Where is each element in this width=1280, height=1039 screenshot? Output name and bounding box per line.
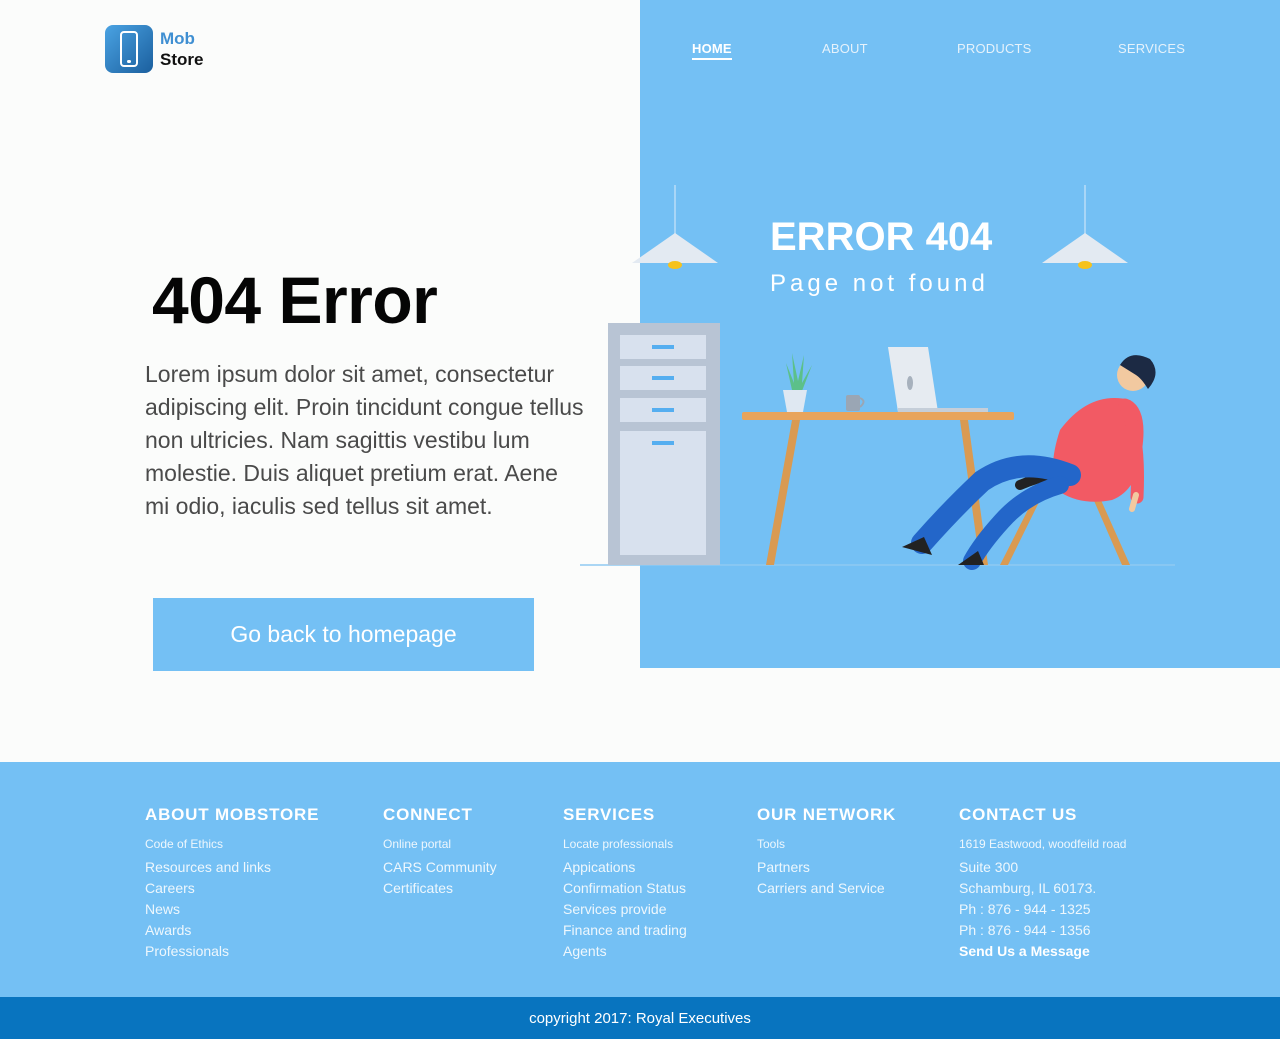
copyright-bar: copyright 2017: Royal Executives bbox=[0, 997, 1280, 1039]
footer-link[interactable]: CARS Community bbox=[383, 857, 497, 878]
site-footer: ABOUT MOBSTORE Code of Ethics Resources … bbox=[0, 762, 1280, 997]
contact-line: Schamburg, IL 60173. bbox=[959, 880, 1097, 896]
nav-products[interactable]: PRODUCTS bbox=[957, 41, 1032, 56]
footer-col-title: ABOUT MOBSTORE bbox=[145, 805, 320, 824]
go-home-button[interactable]: Go back to homepage bbox=[153, 598, 534, 671]
footer-col-title: CONNECT bbox=[383, 805, 473, 824]
footer-link[interactable]: Online portal bbox=[383, 837, 497, 851]
file-cabinet bbox=[608, 323, 720, 565]
footer-link[interactable]: Confirmation Status bbox=[563, 878, 687, 899]
footer-col-title: CONTACT US bbox=[959, 805, 1078, 824]
ceiling-lamp-right bbox=[1042, 185, 1128, 269]
nav-home[interactable]: HOME bbox=[692, 41, 732, 60]
send-message-link[interactable]: Send Us a Message bbox=[959, 941, 1126, 962]
footer-col-connect: CONNECT Online portal CARS Community Cer… bbox=[383, 805, 497, 899]
mug bbox=[846, 395, 865, 411]
footer-col-title: SERVICES bbox=[563, 805, 656, 824]
footer-link[interactable]: Finance and trading bbox=[563, 920, 687, 941]
page-title: 404 Error bbox=[152, 263, 438, 337]
footer-link[interactable]: Partners bbox=[757, 857, 896, 878]
footer-link[interactable]: Professionals bbox=[145, 941, 319, 962]
sleeping-person bbox=[902, 355, 1156, 570]
footer-col-about: ABOUT MOBSTORE Code of Ethics Resources … bbox=[145, 805, 319, 962]
footer-col-network: OUR NETWORK Tools Partners Carriers and … bbox=[757, 805, 896, 899]
sleeping-worker-illustration bbox=[580, 185, 1175, 570]
footer-link[interactable]: Certificates bbox=[383, 878, 497, 899]
footer-col-services: SERVICES Locate professionals Appication… bbox=[563, 805, 687, 962]
footer-link[interactable]: Appications bbox=[563, 857, 687, 878]
footer-col-title: OUR NETWORK bbox=[757, 805, 897, 824]
nav-about[interactable]: ABOUT bbox=[822, 41, 868, 56]
contact-line: Suite 300 bbox=[959, 859, 1019, 875]
nav-services[interactable]: SERVICES bbox=[1118, 41, 1185, 56]
error-description: Lorem ipsum dolor sit amet, consectetur … bbox=[145, 361, 584, 519]
ceiling-lamp-left bbox=[632, 185, 718, 269]
footer-link[interactable]: Awards bbox=[145, 920, 319, 941]
footer-link[interactable]: Code of Ethics bbox=[145, 837, 319, 851]
contact-phone[interactable]: Ph : 876 - 944 - 1325 bbox=[959, 899, 1126, 920]
contact-address: 1619 Eastwood, woodfeild road bbox=[959, 837, 1127, 851]
footer-link[interactable]: Services provide bbox=[563, 899, 687, 920]
footer-link[interactable]: News bbox=[145, 899, 319, 920]
footer-link[interactable]: Locate professionals bbox=[563, 837, 687, 851]
footer-link[interactable]: Agents bbox=[563, 941, 687, 962]
footer-link[interactable]: Carriers and Service bbox=[757, 878, 896, 899]
laptop bbox=[888, 347, 988, 412]
footer-link[interactable]: Careers bbox=[145, 878, 319, 899]
footer-link[interactable]: Resources and links bbox=[145, 857, 319, 878]
contact-phone[interactable]: Ph : 876 - 944 - 1356 bbox=[959, 920, 1126, 941]
footer-col-contact: CONTACT US 1619 Eastwood, woodfeild road… bbox=[959, 805, 1126, 962]
main-nav: HOME ABOUT PRODUCTS SERVICES bbox=[0, 41, 1280, 61]
potted-plant bbox=[783, 353, 812, 412]
footer-link[interactable]: Tools bbox=[757, 837, 896, 851]
